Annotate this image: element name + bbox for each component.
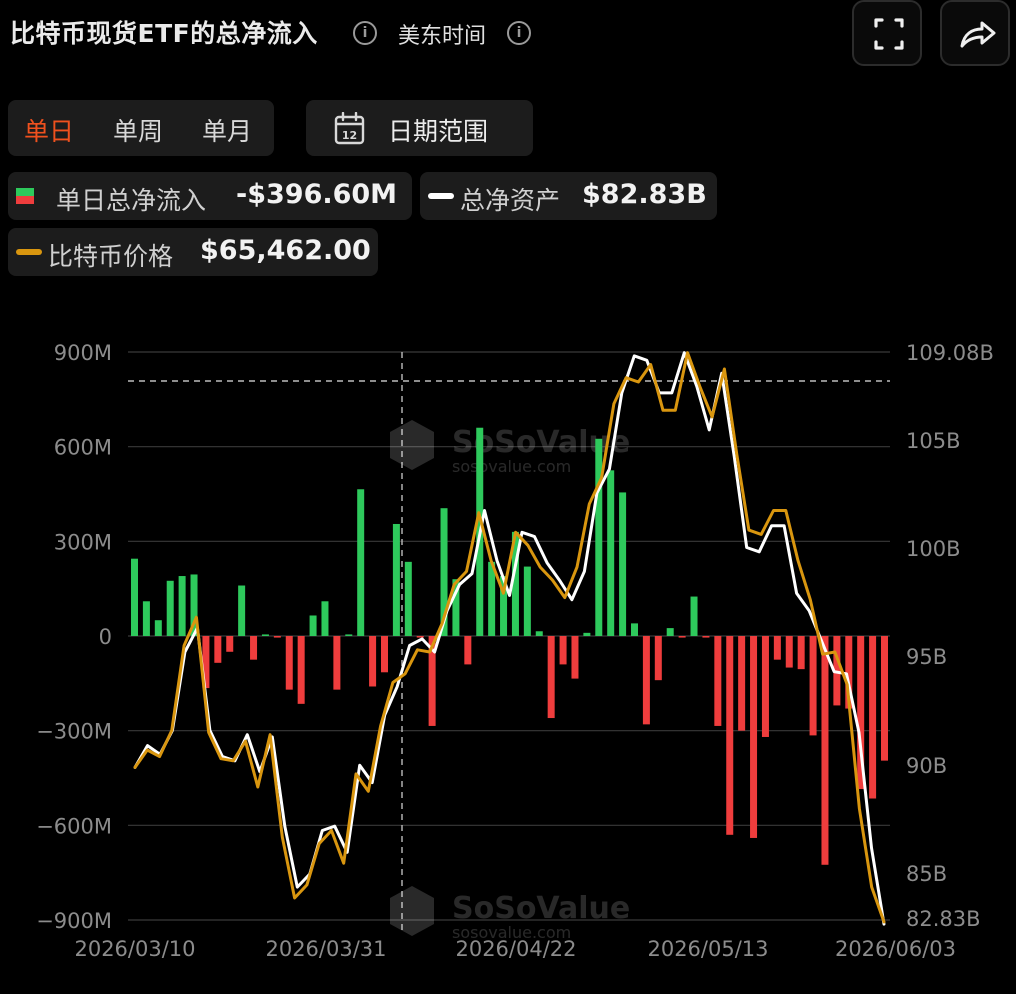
- left-axis-tick: 900M: [54, 341, 112, 365]
- inflow-bar: [345, 634, 353, 636]
- inflow-bar: [690, 596, 698, 636]
- inflow-bar: [714, 636, 722, 726]
- inflow-bar: [559, 636, 567, 665]
- inflow-bar: [214, 636, 222, 663]
- right-axis-tick: 95B: [906, 645, 947, 669]
- inflow-bar: [631, 623, 638, 636]
- watermark-domain: sosovalue.com: [452, 457, 571, 476]
- right-axis-tick: 82.83B: [906, 907, 981, 931]
- inflow-bar: [285, 636, 293, 690]
- inflow-bar: [809, 636, 817, 736]
- inflow-bar: [797, 636, 805, 670]
- inflow-bar: [726, 636, 734, 835]
- right-axis-tick: 85B: [906, 862, 947, 886]
- x-axis-tick: 2026/03/10: [74, 937, 195, 961]
- x-axis-tick: 2026/05/13: [647, 937, 768, 961]
- inflow-bar: [333, 636, 341, 690]
- inflow-bar: [678, 636, 686, 638]
- watermark: SoSoValuesosovalue.com: [390, 886, 630, 942]
- inflow-bar: [547, 636, 555, 719]
- inflow-bar: [750, 636, 758, 838]
- inflow-bar: [881, 636, 888, 761]
- right-axis-tick: 100B: [906, 537, 961, 561]
- inflow-bar: [535, 631, 543, 636]
- inflow-bar: [381, 636, 388, 673]
- inflow-bar: [309, 615, 317, 636]
- inflow-bar: [392, 523, 400, 636]
- inflow-bar: [642, 636, 650, 725]
- watermark-logo-icon: [390, 420, 434, 470]
- inflow-bar: [738, 636, 746, 731]
- inflow-bar: [488, 561, 496, 636]
- inflow-bar: [297, 636, 305, 704]
- inflow-bar: [321, 601, 329, 636]
- inflow-bar: [619, 492, 627, 636]
- x-axis-tick: 2026/03/31: [265, 937, 386, 961]
- watermark-name: SoSoValue: [452, 891, 630, 926]
- inflow-bar: [654, 636, 662, 681]
- inflow-bar: [773, 636, 781, 660]
- inflow-bar: [821, 636, 829, 865]
- inflow-bar: [464, 636, 472, 665]
- inflow-bar: [666, 628, 674, 636]
- inflow-bar: [131, 558, 138, 636]
- inflow-bar: [238, 585, 246, 636]
- inflow-bar: [761, 636, 769, 737]
- left-axis-tick: 600M: [54, 436, 112, 460]
- inflow-bar: [166, 580, 174, 636]
- inflow-bar: [142, 601, 150, 636]
- right-axis-tick: 90B: [906, 754, 947, 778]
- inflow-bar: [523, 566, 531, 636]
- left-axis-tick: −600M: [36, 814, 112, 838]
- inflow-bar: [357, 489, 365, 636]
- left-axis-tick: 0: [99, 625, 112, 649]
- inflow-bar: [226, 636, 234, 652]
- inflow-bar: [571, 636, 579, 679]
- inflow-bar: [416, 636, 424, 638]
- inflow-bar: [583, 632, 591, 636]
- inflow-bar: [250, 636, 258, 660]
- x-axis-tick: 2026/06/03: [835, 937, 956, 961]
- inflow-bar: [261, 634, 269, 636]
- right-axis-tick: 105B: [906, 429, 961, 453]
- watermark: SoSoValuesosovalue.com: [390, 420, 630, 476]
- inflow-bar: [178, 576, 186, 636]
- inflow-bar: [273, 636, 281, 638]
- inflow-bar: [369, 636, 377, 687]
- left-axis-tick: 300M: [54, 530, 112, 554]
- inflow-bar: [404, 561, 412, 636]
- watermark-logo-icon: [390, 886, 434, 936]
- x-axis-tick: 2026/04/22: [455, 937, 576, 961]
- inflow-bar: [154, 620, 162, 636]
- inflow-bar: [595, 438, 603, 636]
- inflow-bar: [869, 636, 877, 799]
- inflow-bar: [702, 636, 710, 638]
- left-axis-tick: −300M: [36, 720, 112, 744]
- inflow-bar: [785, 636, 793, 668]
- right-axis-tick: 109.08B: [906, 341, 994, 365]
- left-axis-tick: −900M: [36, 909, 112, 933]
- inflow-bar: [607, 470, 615, 636]
- etf-flow-chart[interactable]: SoSoValuesosovalue.comSoSoValuesosovalue…: [0, 0, 1016, 994]
